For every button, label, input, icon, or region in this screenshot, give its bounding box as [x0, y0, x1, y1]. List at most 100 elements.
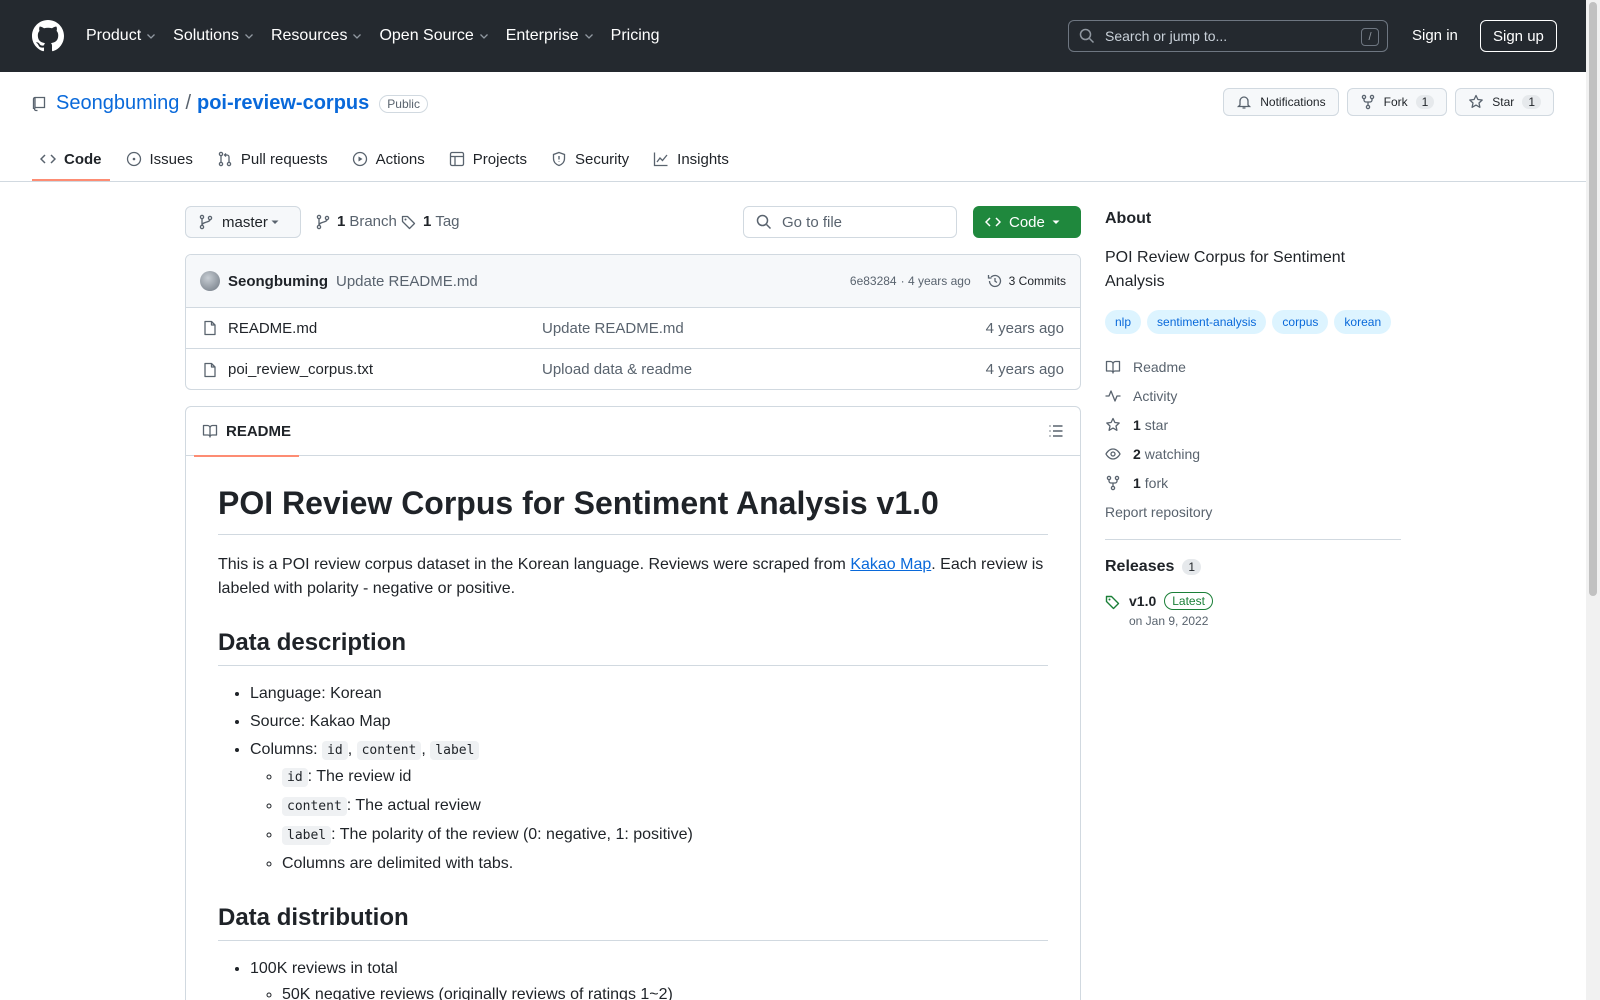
list-item: label: The polarity of the review (0: ne… — [282, 823, 1048, 848]
file-date: 4 years ago — [985, 361, 1064, 378]
branch-name: master — [222, 213, 268, 231]
fork-icon — [1361, 94, 1374, 110]
file-icon — [204, 362, 216, 377]
distribution-list: 100K reviews in total 50K negative revie… — [218, 957, 1048, 1000]
readme-title: POI Review Corpus for Sentiment Analysis… — [218, 456, 1048, 536]
star-count: 1 — [1522, 95, 1541, 109]
visibility-badge: Public — [379, 94, 428, 113]
topic-tag[interactable]: korean — [1334, 310, 1392, 334]
distribution-sublist: 50K negative reviews (originally reviews… — [250, 983, 1048, 1000]
report-repository-link[interactable]: Report repository — [1105, 499, 1401, 525]
sign-in-link[interactable]: Sign in — [1412, 27, 1458, 44]
tag-icon — [1105, 595, 1120, 610]
tags-link[interactable]: 1 Tag — [401, 213, 460, 230]
scrollbar-thumb[interactable] — [1589, 2, 1597, 596]
code-icon — [985, 217, 1001, 227]
commits-history-link[interactable]: 3 Commits — [987, 273, 1066, 289]
page-scrollbar[interactable] — [1586, 0, 1600, 1000]
kakao-map-link[interactable]: Kakao Map — [850, 556, 931, 573]
latest-commit-row: Seongbuming Update README.md 6e83284 · 4… — [186, 255, 1080, 308]
tag-icon — [401, 215, 416, 229]
notifications-button[interactable]: Notifications — [1223, 88, 1339, 116]
commit-message-link[interactable]: Update README.md — [336, 273, 478, 290]
tab-code[interactable]: Code — [32, 140, 110, 181]
about-description: POI Review Corpus for Sentiment Analysis — [1105, 249, 1346, 290]
tab-pull-requests[interactable]: Pull requests — [209, 140, 336, 178]
watchers-link[interactable]: 2 watching — [1105, 439, 1401, 468]
list-item: Columns are delimited with tabs. — [282, 852, 1048, 876]
file-browser: Seongbuming Update README.md 6e83284 · 4… — [185, 254, 1081, 390]
topic-tag[interactable]: nlp — [1105, 310, 1142, 334]
section-heading-description: Data description — [218, 629, 1048, 667]
tab-insights[interactable]: Insights — [645, 140, 737, 178]
about-links: Readme Activity 1 star 2 watching 1 fork — [1105, 352, 1401, 497]
latest-badge: Latest — [1164, 592, 1213, 610]
list-item: 50K negative reviews (originally reviews… — [282, 983, 1048, 1000]
file-commit-message[interactable]: Update README.md — [542, 320, 684, 337]
tab-security[interactable]: Security — [543, 140, 637, 178]
nav-resources[interactable]: Resources — [271, 27, 363, 45]
release-tag-link[interactable]: v1.0 — [1129, 593, 1156, 609]
github-logo-icon[interactable] — [32, 20, 64, 52]
commit-hash-link[interactable]: 6e83284 — [850, 274, 897, 288]
releases-link[interactable]: Releases — [1105, 558, 1174, 576]
avatar[interactable] — [200, 271, 220, 291]
tabs-divider — [0, 181, 1586, 182]
global-header: Product Solutions Resources Open Source … — [0, 0, 1586, 72]
fork-button[interactable]: Fork 1 — [1346, 88, 1448, 116]
outline-list-icon[interactable] — [1048, 423, 1064, 439]
forks-link[interactable]: 1 fork — [1105, 468, 1401, 497]
tab-projects[interactable]: Projects — [441, 140, 535, 178]
about-sidebar: About POI Review Corpus for Sentiment An… — [1105, 206, 1401, 628]
star-button[interactable]: Star 1 — [1455, 88, 1554, 116]
nav-pricing[interactable]: Pricing — [611, 27, 660, 45]
readme-link[interactable]: Readme — [1105, 352, 1401, 381]
columns-sublist: id: The review id content: The actual re… — [250, 765, 1048, 876]
go-to-file-input[interactable]: Go to file — [743, 206, 957, 238]
repo-name-link[interactable]: poi-review-corpus — [197, 92, 369, 115]
branch-icon — [199, 214, 213, 230]
repo-actions: Notifications Fork 1 Star 1 — [1223, 88, 1554, 116]
nav-open-source[interactable]: Open Source — [379, 27, 489, 45]
commit-author-link[interactable]: Seongbuming — [228, 273, 328, 290]
activity-link[interactable]: Activity — [1105, 381, 1401, 410]
shield-icon — [552, 151, 566, 167]
readme-header: README — [186, 407, 1080, 457]
nav-solutions[interactable]: Solutions — [173, 27, 255, 45]
topic-tag[interactable]: corpus — [1272, 310, 1329, 334]
file-commit-message[interactable]: Upload data & readme — [542, 361, 692, 378]
tab-actions[interactable]: Actions — [344, 140, 433, 178]
chevron-down-icon — [353, 34, 362, 39]
readme-tab[interactable]: README — [193, 407, 300, 457]
tab-issues[interactable]: Issues — [118, 140, 201, 178]
sign-up-button[interactable]: Sign up — [1480, 20, 1557, 52]
readme-panel: README POI Review Corpus for Sentiment A… — [185, 406, 1081, 1000]
stars-link[interactable]: 1 star — [1105, 410, 1401, 439]
list-item: content: The actual review — [282, 794, 1048, 819]
about-title: About — [1105, 210, 1152, 227]
code-dropdown-button[interactable]: Code — [973, 206, 1081, 238]
list-item: Source: Kakao Map — [250, 710, 1048, 734]
file-link[interactable]: poi_review_corpus.txt — [202, 361, 542, 378]
list-item: Language: Korean — [250, 682, 1048, 706]
table-row: poi_review_corpus.txt Upload data & read… — [186, 349, 1080, 389]
fork-count: 1 — [1415, 95, 1435, 109]
topic-tag[interactable]: sentiment-analysis — [1147, 310, 1267, 334]
branch-selector[interactable]: master — [185, 206, 301, 238]
repo-separator: / — [185, 92, 191, 114]
repo-owner-link[interactable]: Seongbuming — [56, 92, 179, 115]
repo-tabs: Code Issues Pull requests Actions Projec… — [32, 140, 745, 181]
file-link[interactable]: README.md — [202, 320, 542, 337]
file-icon — [204, 320, 216, 336]
bell-icon — [1237, 96, 1252, 109]
search-input[interactable]: Search or jump to... / — [1068, 20, 1388, 52]
releases-heading: Releases 1 — [1105, 558, 1401, 576]
repo-title: Seongbuming / poi-review-corpus Public — [32, 92, 428, 115]
star-icon — [1106, 417, 1120, 431]
book-icon — [202, 424, 218, 438]
branches-link[interactable]: 1 Branch — [315, 213, 397, 230]
nav-product[interactable]: Product — [86, 27, 157, 45]
description-list: Language: Korean Source: Kakao Map Colum… — [218, 682, 1048, 876]
nav-enterprise[interactable]: Enterprise — [506, 27, 595, 45]
star-icon — [1469, 94, 1484, 108]
